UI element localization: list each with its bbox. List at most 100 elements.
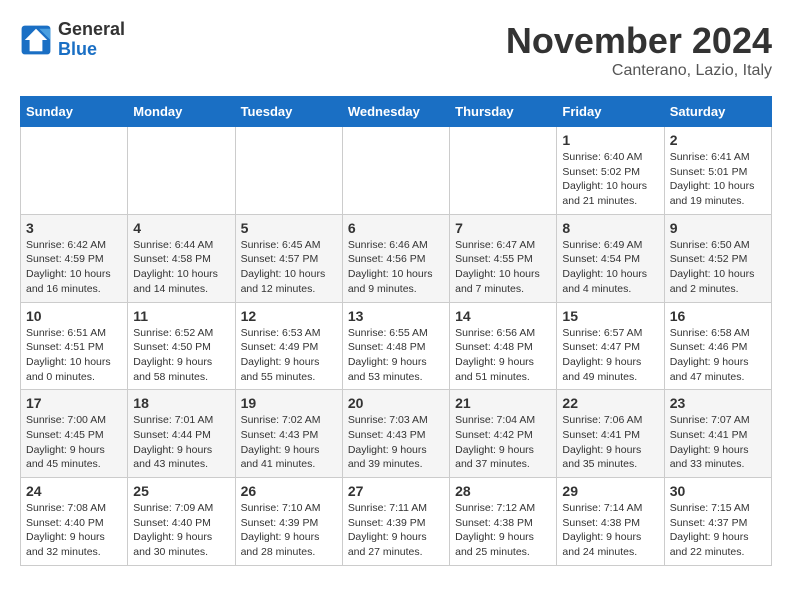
day-number: 30 xyxy=(670,483,766,499)
header-day-friday: Friday xyxy=(557,97,664,127)
calendar-header: SundayMondayTuesdayWednesdayThursdayFrid… xyxy=(21,97,772,127)
calendar-cell: 2 Sunrise: 6:41 AMSunset: 5:01 PMDaylight… xyxy=(664,127,771,215)
calendar-cell xyxy=(21,127,128,215)
day-info: Sunrise: 6:50 AMSunset: 4:52 PMDaylight:… xyxy=(670,238,766,297)
day-info: Sunrise: 7:06 AMSunset: 4:41 PMDaylight:… xyxy=(562,413,658,472)
day-number: 1 xyxy=(562,132,658,148)
calendar-cell: 5Sunrise: 6:45 AMSunset: 4:57 PMDaylight… xyxy=(235,214,342,302)
day-number: 24 xyxy=(26,483,122,499)
day-info: Sunrise: 7:14 AMSunset: 4:38 PMDaylight:… xyxy=(562,501,658,560)
day-info: Sunrise: 6:56 AMSunset: 4:48 PMDaylight:… xyxy=(455,326,551,385)
day-info: Sunrise: 6:47 AMSunset: 4:55 PMDaylight:… xyxy=(455,238,551,297)
day-info: Sunrise: 6:41 AMSunset: 5:01 PMDaylight:… xyxy=(670,150,766,209)
calendar-table: SundayMondayTuesdayWednesdayThursdayFrid… xyxy=(20,96,772,566)
calendar-cell: 23Sunrise: 7:07 AMSunset: 4:41 PMDayligh… xyxy=(664,390,771,478)
day-info: Sunrise: 7:01 AMSunset: 4:44 PMDaylight:… xyxy=(133,413,229,472)
week-row-4: 24 Sunrise: 7:08 AMSunset: 4:40 PMDayligh… xyxy=(21,478,772,566)
day-number: 4 xyxy=(133,220,229,236)
day-number: 18 xyxy=(133,395,229,411)
day-info: Sunrise: 6:58 AMSunset: 4:46 PMDaylight:… xyxy=(670,326,766,385)
calendar-cell: 13 Sunrise: 6:55 AMSunset: 4:48 PMDayligh… xyxy=(342,302,449,390)
header-row: SundayMondayTuesdayWednesdayThursdayFrid… xyxy=(21,97,772,127)
day-info: Sunrise: 6:53 AMSunset: 4:49 PMDaylight:… xyxy=(241,326,337,385)
day-info: Sunrise: 6:46 AMSunset: 4:56 PMDaylight:… xyxy=(348,238,444,297)
week-row-0: 1 Sunrise: 6:40 AMSunset: 5:02 PMDaylight… xyxy=(21,127,772,215)
logo: General Blue xyxy=(20,20,125,60)
day-number: 19 xyxy=(241,395,337,411)
calendar-cell: 18 Sunrise: 7:01 AMSunset: 4:44 PMDayligh… xyxy=(128,390,235,478)
day-info: Sunrise: 6:51 AMSunset: 4:51 PMDaylight:… xyxy=(26,326,122,385)
day-info: Sunrise: 6:52 AMSunset: 4:50 PMDaylight:… xyxy=(133,326,229,385)
day-info: Sunrise: 7:12 AMSunset: 4:38 PMDaylight:… xyxy=(455,501,551,560)
day-info: Sunrise: 6:57 AMSunset: 4:47 PMDaylight:… xyxy=(562,326,658,385)
calendar-cell: 1 Sunrise: 6:40 AMSunset: 5:02 PMDaylight… xyxy=(557,127,664,215)
page-header: General Blue November 2024 Canterano, La… xyxy=(20,20,772,80)
day-info: Sunrise: 6:42 AMSunset: 4:59 PMDaylight:… xyxy=(26,238,122,297)
month-title: November 2024 xyxy=(506,20,772,62)
day-number: 6 xyxy=(348,220,444,236)
calendar-body: 1 Sunrise: 6:40 AMSunset: 5:02 PMDaylight… xyxy=(21,127,772,566)
calendar-cell: 26 Sunrise: 7:10 AMSunset: 4:39 PMDayligh… xyxy=(235,478,342,566)
calendar-cell xyxy=(235,127,342,215)
day-number: 5 xyxy=(241,220,337,236)
day-info: Sunrise: 7:03 AMSunset: 4:43 PMDaylight:… xyxy=(348,413,444,472)
day-number: 17 xyxy=(26,395,122,411)
day-number: 3 xyxy=(26,220,122,236)
header-day-saturday: Saturday xyxy=(664,97,771,127)
day-info: Sunrise: 7:02 AMSunset: 4:43 PMDaylight:… xyxy=(241,413,337,472)
calendar-cell: 19 Sunrise: 7:02 AMSunset: 4:43 PMDayligh… xyxy=(235,390,342,478)
header-day-thursday: Thursday xyxy=(450,97,557,127)
day-number: 28 xyxy=(455,483,551,499)
week-row-1: 3 Sunrise: 6:42 AMSunset: 4:59 PMDaylight… xyxy=(21,214,772,302)
calendar-cell: 12 Sunrise: 6:53 AMSunset: 4:49 PMDayligh… xyxy=(235,302,342,390)
day-number: 13 xyxy=(348,308,444,324)
calendar-cell: 6 Sunrise: 6:46 AMSunset: 4:56 PMDaylight… xyxy=(342,214,449,302)
calendar-cell: 9 Sunrise: 6:50 AMSunset: 4:52 PMDaylight… xyxy=(664,214,771,302)
calendar-cell: 28 Sunrise: 7:12 AMSunset: 4:38 PMDayligh… xyxy=(450,478,557,566)
calendar-cell: 4 Sunrise: 6:44 AMSunset: 4:58 PMDaylight… xyxy=(128,214,235,302)
day-number: 26 xyxy=(241,483,337,499)
calendar-cell: 8 Sunrise: 6:49 AMSunset: 4:54 PMDaylight… xyxy=(557,214,664,302)
day-number: 2 xyxy=(670,132,766,148)
calendar-cell: 14Sunrise: 6:56 AMSunset: 4:48 PMDayligh… xyxy=(450,302,557,390)
day-number: 7 xyxy=(455,220,551,236)
calendar-cell: 17 Sunrise: 7:00 AMSunset: 4:45 PMDayligh… xyxy=(21,390,128,478)
day-number: 25 xyxy=(133,483,229,499)
location-subtitle: Canterano, Lazio, Italy xyxy=(506,62,772,80)
day-number: 12 xyxy=(241,308,337,324)
day-info: Sunrise: 6:55 AMSunset: 4:48 PMDaylight:… xyxy=(348,326,444,385)
calendar-cell: 24 Sunrise: 7:08 AMSunset: 4:40 PMDayligh… xyxy=(21,478,128,566)
header-day-wednesday: Wednesday xyxy=(342,97,449,127)
calendar-cell: 27 Sunrise: 7:11 AMSunset: 4:39 PMDayligh… xyxy=(342,478,449,566)
calendar-cell xyxy=(450,127,557,215)
day-info: Sunrise: 7:11 AMSunset: 4:39 PMDaylight:… xyxy=(348,501,444,560)
day-info: Sunrise: 7:08 AMSunset: 4:40 PMDaylight:… xyxy=(26,501,122,560)
calendar-cell xyxy=(342,127,449,215)
day-info: Sunrise: 7:04 AMSunset: 4:42 PMDaylight:… xyxy=(455,413,551,472)
day-number: 27 xyxy=(348,483,444,499)
header-day-tuesday: Tuesday xyxy=(235,97,342,127)
day-number: 9 xyxy=(670,220,766,236)
title-block: November 2024 Canterano, Lazio, Italy xyxy=(506,20,772,80)
day-info: Sunrise: 6:44 AMSunset: 4:58 PMDaylight:… xyxy=(133,238,229,297)
day-info: Sunrise: 6:49 AMSunset: 4:54 PMDaylight:… xyxy=(562,238,658,297)
day-info: Sunrise: 7:07 AMSunset: 4:41 PMDaylight:… xyxy=(670,413,766,472)
calendar-cell: 22 Sunrise: 7:06 AMSunset: 4:41 PMDayligh… xyxy=(557,390,664,478)
calendar-cell: 29Sunrise: 7:14 AMSunset: 4:38 PMDayligh… xyxy=(557,478,664,566)
day-number: 8 xyxy=(562,220,658,236)
calendar-cell: 25 Sunrise: 7:09 AMSunset: 4:40 PMDayligh… xyxy=(128,478,235,566)
day-number: 10 xyxy=(26,308,122,324)
day-info: Sunrise: 7:00 AMSunset: 4:45 PMDaylight:… xyxy=(26,413,122,472)
day-number: 15 xyxy=(562,308,658,324)
day-number: 21 xyxy=(455,395,551,411)
week-row-2: 10 Sunrise: 6:51 AMSunset: 4:51 PMDayligh… xyxy=(21,302,772,390)
calendar-cell: 30Sunrise: 7:15 AMSunset: 4:37 PMDayligh… xyxy=(664,478,771,566)
day-number: 22 xyxy=(562,395,658,411)
calendar-cell: 20Sunrise: 7:03 AMSunset: 4:43 PMDayligh… xyxy=(342,390,449,478)
day-info: Sunrise: 7:10 AMSunset: 4:39 PMDaylight:… xyxy=(241,501,337,560)
day-info: Sunrise: 7:09 AMSunset: 4:40 PMDaylight:… xyxy=(133,501,229,560)
calendar-cell: 10 Sunrise: 6:51 AMSunset: 4:51 PMDayligh… xyxy=(21,302,128,390)
logo-text: General Blue xyxy=(58,20,125,60)
day-info: Sunrise: 6:40 AMSunset: 5:02 PMDaylight:… xyxy=(562,150,658,209)
header-day-sunday: Sunday xyxy=(21,97,128,127)
